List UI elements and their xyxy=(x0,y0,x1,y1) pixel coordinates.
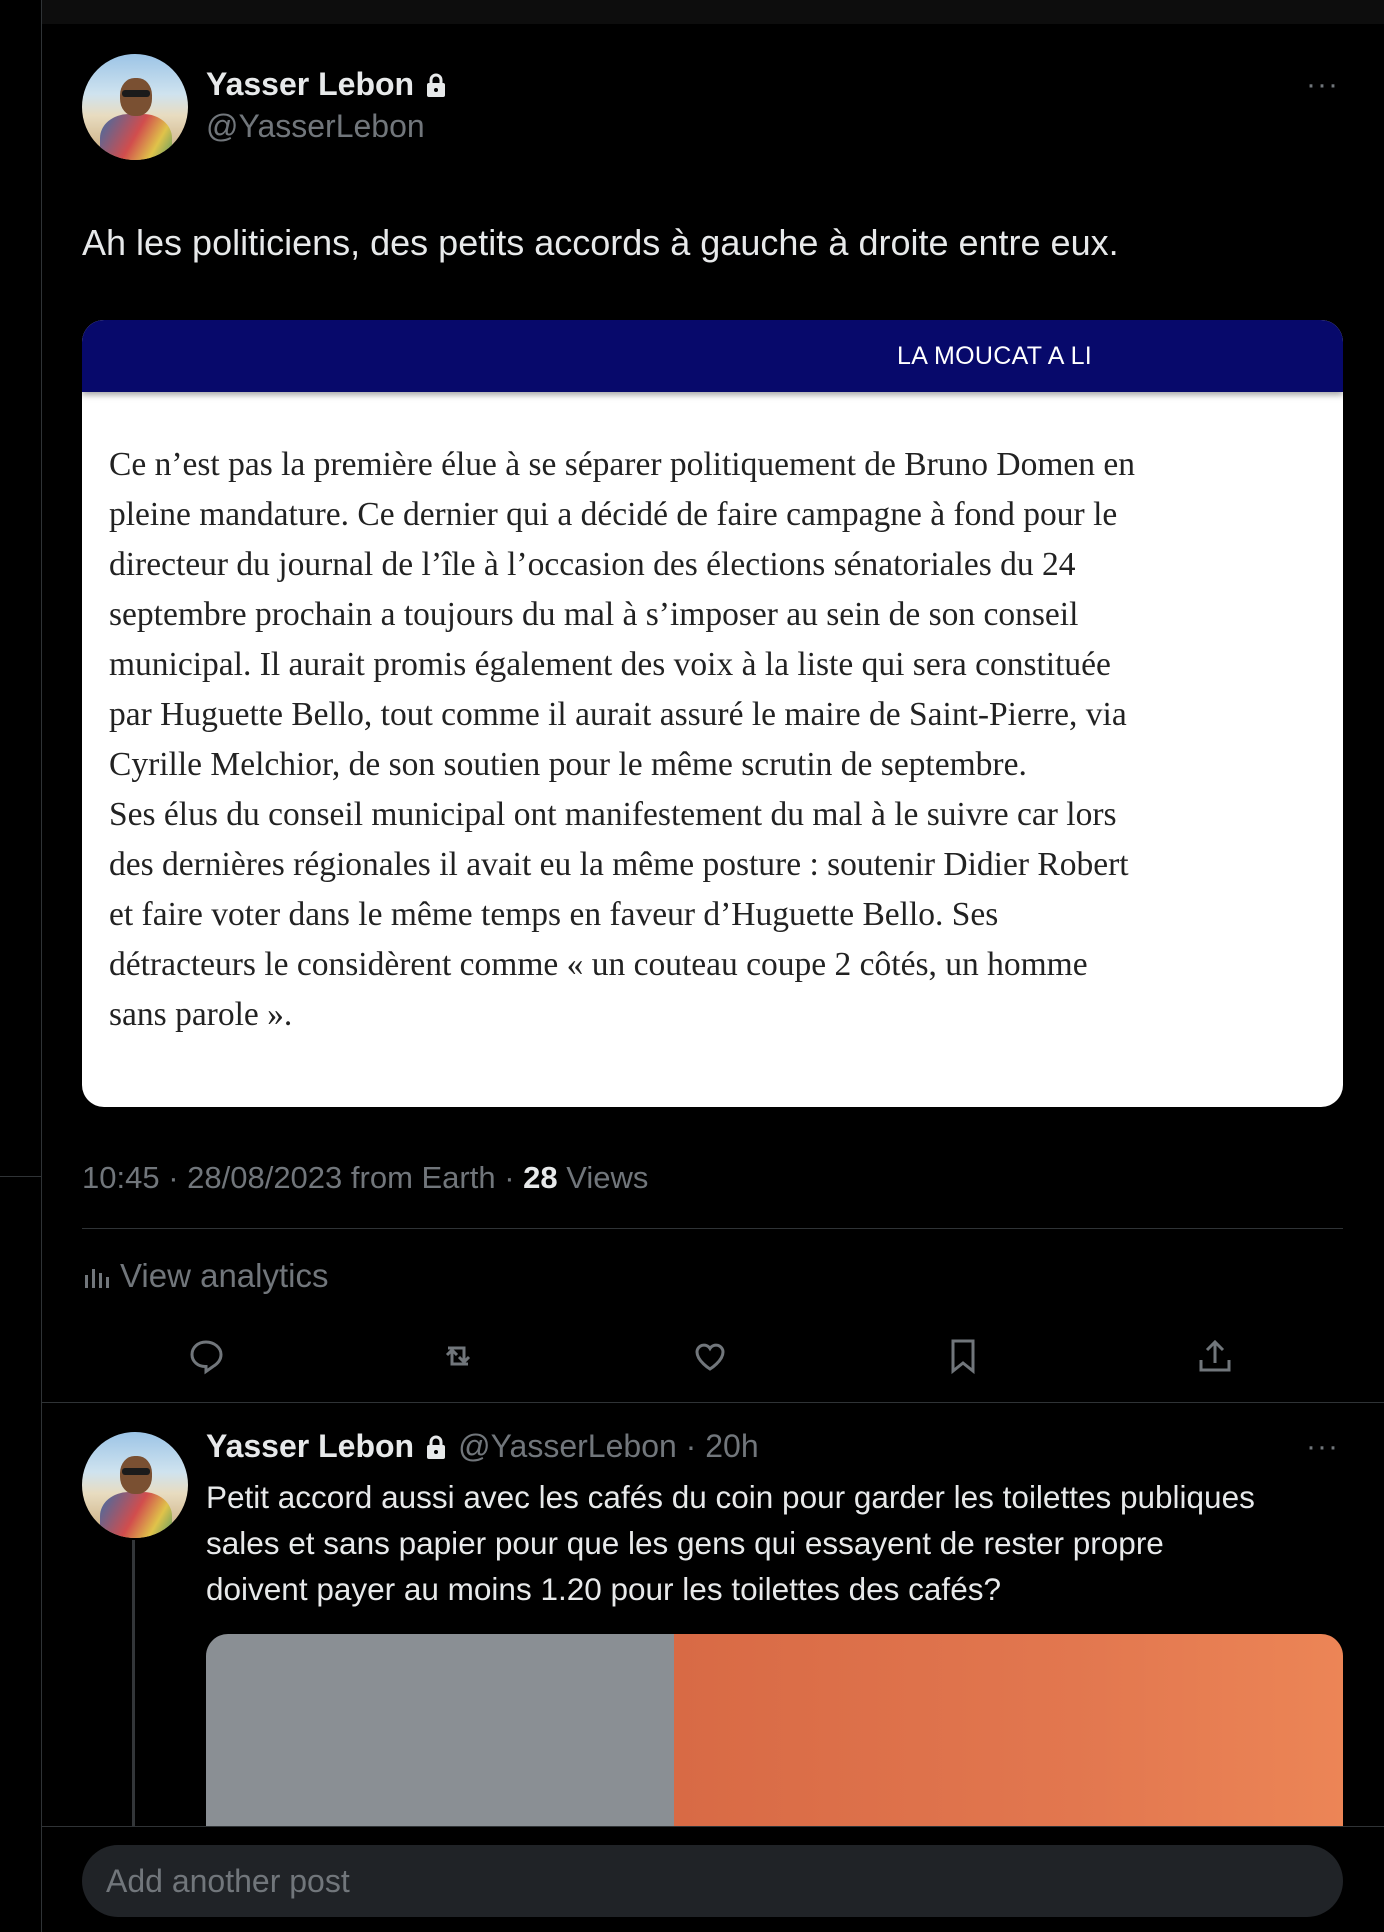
post-timestamp[interactable]: 10:45 · 28/08/2023 from Earth · xyxy=(82,1160,523,1195)
quote-line: sans parole ». xyxy=(109,996,293,1033)
author-display-name[interactable]: Yasser Lebon xyxy=(206,66,414,103)
views-label: Views xyxy=(557,1160,649,1195)
author-avatar[interactable] xyxy=(82,54,188,160)
quote-line: par Huguette Bello, tout comme il aurait… xyxy=(109,696,1127,733)
reply-text: Petit accord aussi avec les cafés du coi… xyxy=(206,1474,1255,1612)
reply-name-row: Yasser Lebon @YasserLebon · 20h xyxy=(206,1428,759,1465)
reply-author-avatar[interactable] xyxy=(82,1432,188,1538)
reply-display-name[interactable]: Yasser Lebon xyxy=(206,1428,414,1465)
quote-line: directeur du journal de l’île à l’occasi… xyxy=(109,546,1076,583)
like-icon[interactable] xyxy=(690,1336,730,1376)
attached-image-card[interactable]: LA MOUCAT A LI Ce n’est pas la première … xyxy=(82,320,1343,1107)
add-post-placeholder: Add another post xyxy=(106,1862,350,1899)
analytics-icon xyxy=(85,1269,109,1288)
reply-handle-time[interactable]: @YasserLebon · 20h xyxy=(458,1428,759,1465)
lock-icon xyxy=(424,72,448,98)
meta-divider xyxy=(82,1228,1343,1229)
quote-header-band: LA MOUCAT A LI xyxy=(82,320,1343,392)
quote-line: municipal. Il aurait promis également de… xyxy=(109,646,1111,683)
reply-icon[interactable] xyxy=(186,1336,226,1376)
more-options-icon[interactable]: ··· xyxy=(1306,68,1339,102)
bookmark-icon[interactable] xyxy=(943,1336,983,1376)
quote-line: Ses élus du conseil municipal ont manife… xyxy=(109,796,1117,833)
quote-line: Cyrille Melchior, de son soutien pour le… xyxy=(109,746,1027,783)
author-handle[interactable]: @YasserLebon xyxy=(206,108,425,145)
thread-line xyxy=(132,1540,135,1830)
quote-line: pleine mandature. Ce dernier qui a décid… xyxy=(109,496,1118,533)
add-post-input[interactable]: Add another post xyxy=(82,1845,1343,1917)
reply-line: doivent payer au moins 1.20 pour les toi… xyxy=(206,1571,1001,1607)
side-divider xyxy=(0,1176,41,1177)
repost-icon[interactable] xyxy=(438,1336,478,1376)
action-bar xyxy=(0,1336,1384,1376)
post-text: Ah les politiciens, des petits accords à… xyxy=(82,222,1119,263)
quote-body: Ce n’est pas la première élue à se sépar… xyxy=(82,392,1343,1040)
lock-icon xyxy=(424,1434,448,1460)
share-icon[interactable] xyxy=(1195,1336,1235,1376)
more-options-icon[interactable]: ··· xyxy=(1306,1430,1339,1464)
quote-line: septembre prochain a toujours du mal à s… xyxy=(109,596,1079,633)
author-name-row: Yasser Lebon xyxy=(206,66,448,103)
post-meta: 10:45 · 28/08/2023 from Earth · 28 Views xyxy=(82,1160,648,1196)
view-analytics-link[interactable]: View analytics xyxy=(82,1257,329,1295)
post-separator xyxy=(42,1402,1384,1403)
quote-header-text: LA MOUCAT A LI xyxy=(897,341,1093,370)
reply-media-image[interactable] xyxy=(206,1634,1343,1834)
quote-line: et faire voter dans le même temps en fav… xyxy=(109,896,999,933)
reply-line: sales et sans papier pour que les gens q… xyxy=(206,1525,1164,1561)
quote-line: Ce n’est pas la première élue à se sépar… xyxy=(109,446,1136,483)
views-count: 28 xyxy=(523,1160,558,1195)
top-strip xyxy=(42,0,1384,24)
view-analytics-label[interactable]: View analytics xyxy=(120,1257,329,1295)
quote-line: des dernières régionales il avait eu la … xyxy=(109,846,1129,883)
reply-line: Petit accord aussi avec les cafés du coi… xyxy=(206,1479,1255,1515)
column-border xyxy=(41,0,42,1932)
quote-line: détracteurs le considèrent comme « un co… xyxy=(109,946,1088,983)
